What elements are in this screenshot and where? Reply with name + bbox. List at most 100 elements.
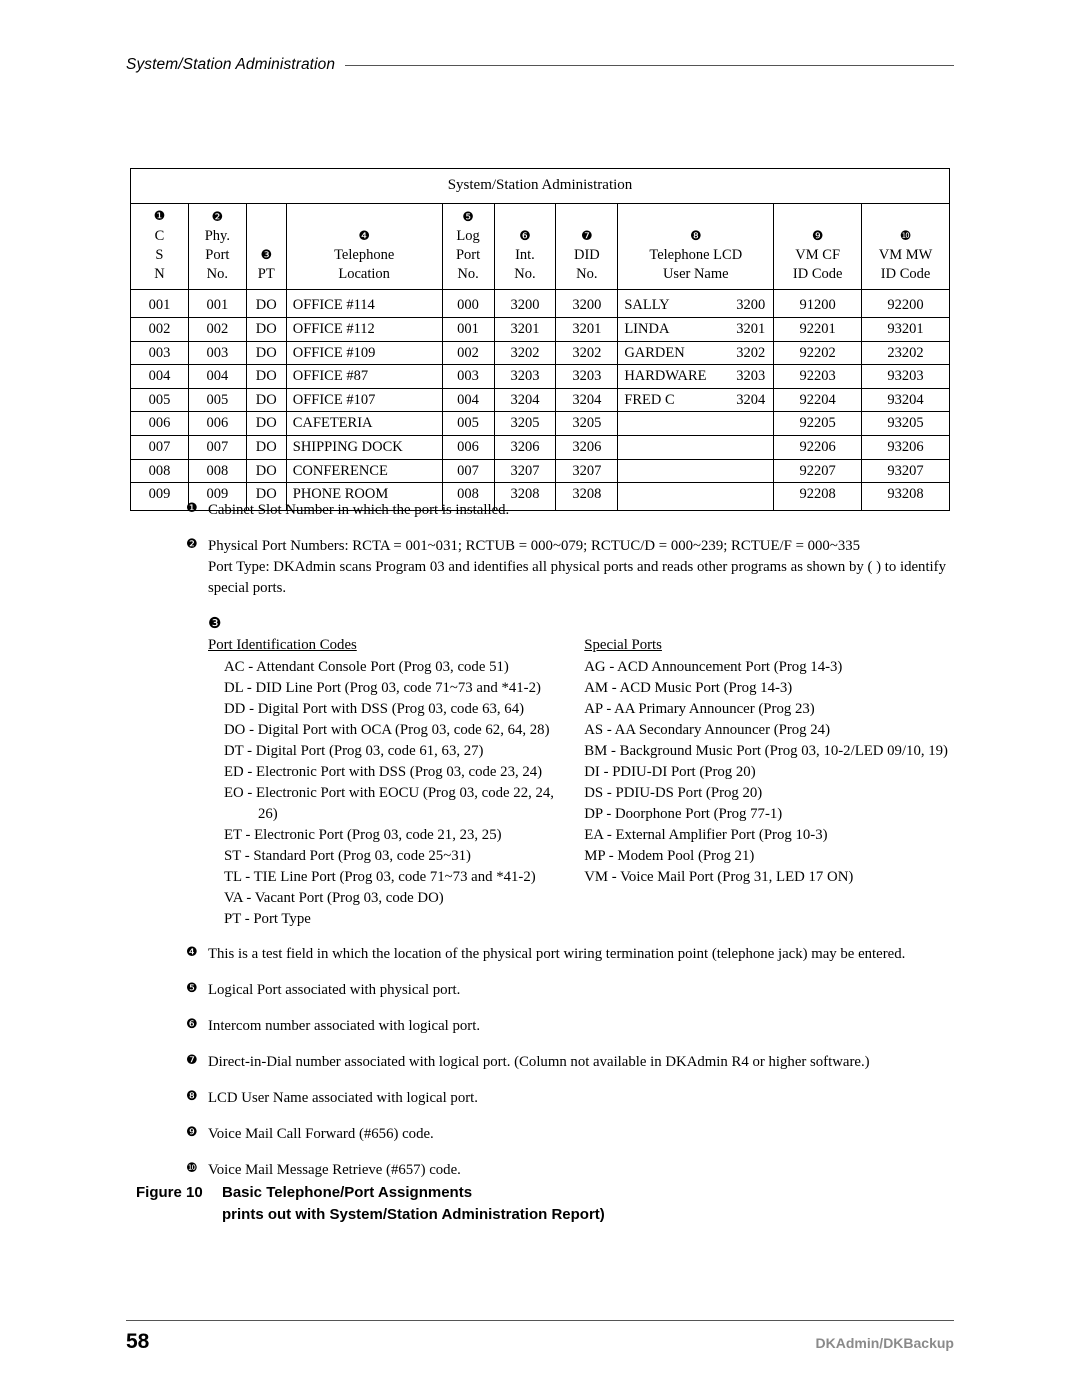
note-marker-3: ❸ (208, 616, 222, 632)
port-assignments-table: System/Station Administration ❶ C S N ❷ … (130, 168, 950, 511)
cell-csn: 006 (130, 411, 189, 436)
cell-lcd-number: 3201 (736, 321, 766, 338)
note-7-text: Direct-in-Dial number associated with lo… (208, 1054, 870, 1070)
cell-telephone-location: SHIPPING DOCK (285, 434, 443, 460)
cell-phy-port: 004 (187, 364, 247, 389)
column-header-intercom-number: ❻ Int. No. (493, 202, 557, 291)
note-8: ❽ LCD User Name associated with logical … (186, 1088, 954, 1109)
cell-csn: 001 (130, 289, 189, 319)
note-8-text: LCD User Name associated with logical po… (208, 1090, 478, 1106)
table-row: 007 007 DO SHIPPING DOCK 006 3206 3206 9… (130, 434, 950, 460)
page-header: System/Station Administration (126, 56, 954, 74)
column-header-did-line-1: DID (573, 247, 600, 264)
code-item-bm: BM - Background Music Port (Prog 03, 10-… (584, 743, 948, 759)
cell-lcd-name: GARDEN (624, 344, 685, 361)
callout-marker-7: ❼ (581, 228, 593, 244)
note-3: ❸ Port Identification Codes AC - Attenda… (186, 614, 954, 930)
code-item-am: AM - ACD Music Port (Prog 14-3) (584, 680, 793, 696)
cell-telephone-location: CONFERENCE (285, 458, 443, 484)
note-5-text: Logical Port associated with physical po… (208, 982, 461, 998)
cell-phy-port: 008 (187, 458, 247, 484)
cell-log-port: 002 (441, 340, 495, 366)
cell-vm-cf-id-code: 92203 (773, 364, 863, 389)
callout-marker-8: ❽ (689, 228, 702, 244)
code-item-eo-line-2: 26) (258, 806, 278, 822)
cell-did-number: 3202 (555, 340, 619, 366)
cell-did-number: 3204 (555, 387, 619, 413)
code-item-ac: AC - Attendant Console Port (Prog 03, co… (224, 659, 509, 675)
page-number: 58 (126, 1330, 150, 1353)
table-header-row: ❶ C S N ❷ Phy. Port No. ❸ PT ❹ Telephone… (130, 202, 950, 291)
cell-lcd-user-name: SALLY 3200 (617, 289, 775, 319)
column-header-vmcf-line-2: ID Code (792, 266, 843, 283)
cell-phy-port: 002 (187, 317, 247, 342)
running-header-title: System/Station Administration (126, 56, 336, 73)
column-header-log-line-3: No. (457, 266, 479, 283)
note-2-line-1: Physical Port Numbers: RCTA = 001~031; R… (208, 538, 861, 554)
cell-intercom-number: 3206 (493, 434, 557, 460)
cell-telephone-location: CAFETERIA (285, 411, 443, 436)
note-6: ❻ Intercom number associated with logica… (186, 1016, 954, 1037)
table-row: 004 004 DO OFFICE #87 003 3203 3203 HARD… (130, 364, 950, 389)
legend-notes: ❶ Cabinet Slot Number in which the port … (186, 500, 954, 1196)
code-item-pt: PT - Port Type (224, 911, 311, 927)
column-header-int-line-2: No. (514, 266, 536, 283)
special-ports-heading: Special Ports (584, 637, 662, 653)
note-marker-1: ❶ (186, 501, 198, 516)
code-item-di: DI - PDIU-DI Port (Prog 20) (584, 764, 756, 780)
cell-log-port: 007 (441, 458, 495, 484)
note-9-text: Voice Mail Call Forward (#656) code. (208, 1126, 434, 1142)
header-rule (345, 64, 954, 66)
cell-lcd-user-name (617, 411, 775, 436)
column-header-csn-line-2: S (155, 247, 164, 264)
cell-log-port: 005 (441, 411, 495, 436)
cell-vm-cf-id-code: 92206 (773, 434, 863, 460)
cell-telephone-location: OFFICE #87 (285, 364, 443, 389)
cell-log-port: 001 (441, 317, 495, 342)
cell-csn: 005 (130, 387, 189, 413)
cell-port-type: DO (245, 289, 287, 319)
cell-vm-cf-id-code: 92201 (773, 317, 863, 342)
cell-telephone-location: OFFICE #114 (285, 289, 443, 319)
column-header-csn: ❶ C S N (130, 202, 189, 291)
cell-lcd-user-name: LINDA 3201 (617, 317, 775, 342)
code-item-st: ST - Standard Port (Prog 03, code 25~31) (224, 848, 471, 864)
note-marker-7: ❼ (186, 1053, 198, 1068)
cell-vm-mw-id-code: 93207 (861, 458, 950, 484)
cell-log-port: 003 (441, 364, 495, 389)
code-item-ag: AG - ACD Announcement Port (Prog 14-3) (584, 659, 843, 675)
cell-csn: 009 (130, 482, 189, 511)
code-item-ap: AP - AA Primary Announcer (Prog 23) (584, 701, 815, 717)
column-header-logical-port: ❺ Log Port No. (441, 202, 495, 291)
cell-vm-mw-id-code: 93206 (861, 434, 950, 460)
column-header-vmmw-line-1: VM MW (878, 247, 933, 264)
cell-phy-port: 003 (187, 340, 247, 366)
callout-marker-4: ❹ (358, 228, 370, 244)
note-marker-4: ❹ (186, 945, 198, 960)
code-item-ds: DS - PDIU-DS Port (Prog 20) (584, 785, 763, 801)
cell-intercom-number: 3203 (493, 364, 557, 389)
code-item-eo-line-1: EO - Electronic Port with EOCU (Prog 03,… (224, 785, 554, 801)
cell-lcd-number: 3200 (736, 297, 766, 314)
cell-port-type: DO (245, 340, 287, 366)
cell-lcd-name: HARDWARE (624, 368, 707, 385)
column-header-pt-line-1: PT (257, 266, 275, 283)
callout-marker-9: ❾ (811, 228, 824, 244)
note-marker-2: ❷ (186, 537, 198, 552)
cell-phy-port: 005 (187, 387, 247, 413)
figure-title: Basic Telephone/Port Assignments (222, 1184, 473, 1201)
cell-intercom-number: 3201 (493, 317, 557, 342)
special-ports-list: Special Ports AG - ACD Announcement Port… (584, 635, 954, 930)
note-marker-9: ❾ (186, 1125, 198, 1140)
cell-port-type: DO (245, 317, 287, 342)
table-title-row: System/Station Administration (130, 168, 950, 204)
note-10: ❿ Voice Mail Message Retrieve (#657) cod… (186, 1160, 954, 1181)
cell-phy-port: 001 (187, 289, 247, 319)
cell-did-number: 3206 (555, 434, 619, 460)
code-item-mp: MP - Modem Pool (Prog 21) (584, 848, 755, 864)
column-header-loc-line-1: Telephone (334, 247, 395, 264)
cell-lcd-name: LINDA (624, 321, 670, 338)
cell-telephone-location: OFFICE #107 (285, 387, 443, 413)
cell-port-type: DO (245, 411, 287, 436)
cell-phy-port: 007 (187, 434, 247, 460)
